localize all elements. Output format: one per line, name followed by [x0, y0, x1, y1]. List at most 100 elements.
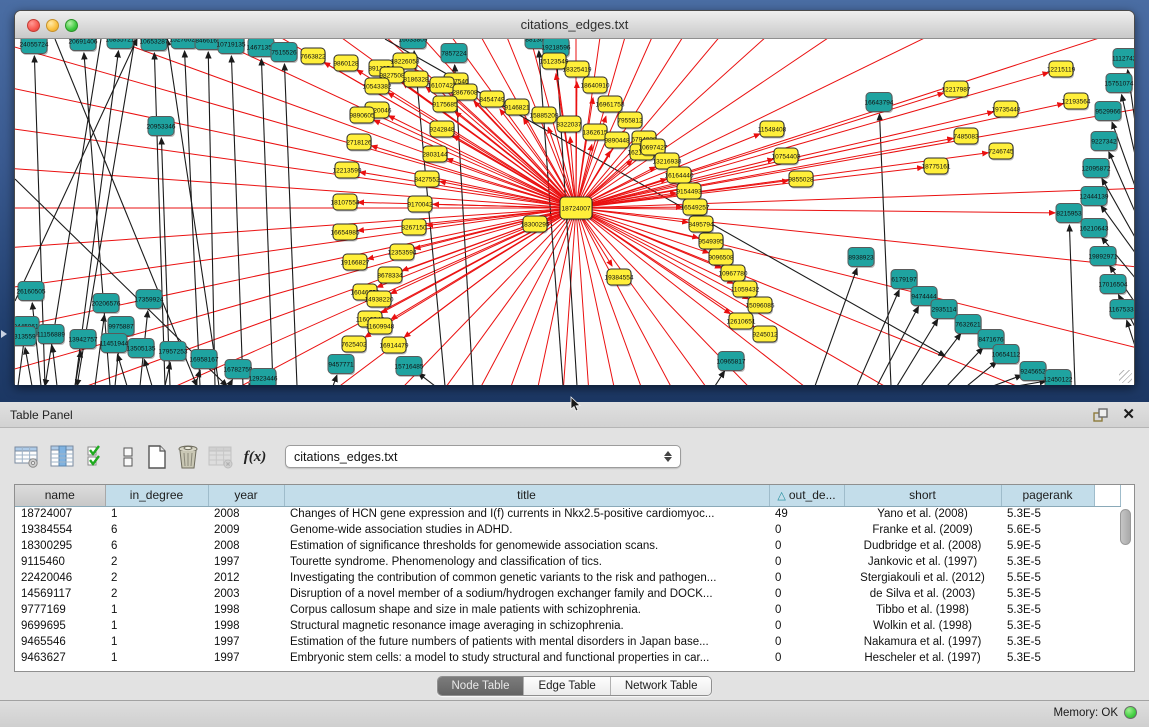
graph-node-yellow[interactable]: 9175685 — [432, 96, 458, 114]
column-header-name[interactable]: name — [15, 485, 105, 506]
graph-node-yellow[interactable]: 18107554 — [331, 194, 360, 212]
graph-node-teal[interactable]: 15716485 — [395, 357, 424, 378]
graph-node-teal[interactable]: 10965817 — [717, 352, 746, 373]
graph-node-yellow[interactable]: 11609948 — [366, 318, 395, 336]
tab-network-table[interactable]: Network Table — [611, 677, 712, 695]
graph-node-teal[interactable]: 12095872 — [1082, 159, 1111, 180]
graph-node-yellow[interactable]: 19384554 — [605, 269, 634, 287]
graph-node-yellow[interactable]: 8186328 — [403, 71, 429, 89]
graph-node-yellow[interactable]: 9890448 — [604, 132, 630, 150]
graph-node-yellow[interactable]: 19166827 — [341, 254, 370, 272]
graph-node-teal[interactable]: 20206576 — [92, 294, 121, 315]
graph-node-yellow[interactable]: 9170042 — [407, 196, 433, 214]
network-canvas[interactable]: 2405572420691406168357211065328715276022… — [15, 39, 1134, 385]
graph-node-teal[interactable]: 9313559 — [15, 327, 37, 348]
table-row[interactable]: 946362711997Embryonic stem cells: a mode… — [15, 650, 1120, 666]
graph-node-yellow[interactable]: 12215119 — [1047, 61, 1076, 79]
graph-node-teal[interactable]: 16210643 — [1080, 219, 1109, 240]
delete-button[interactable] — [173, 442, 203, 472]
graph-node-teal[interactable]: 26160505 — [17, 282, 46, 303]
graph-node-teal[interactable]: 11127427 — [1112, 49, 1134, 70]
graph-node-yellow[interactable]: 10543382 — [363, 78, 392, 96]
table-row[interactable]: 2242004622012Investigating the contribut… — [15, 570, 1120, 586]
table-row[interactable]: 1456911722003Disruption of a novel membe… — [15, 586, 1120, 602]
graph-node-teal[interactable]: 13942757 — [69, 330, 98, 351]
graph-node-teal[interactable]: 7515526 — [271, 43, 298, 64]
select-columns-button[interactable] — [48, 442, 78, 472]
graph-node-yellow[interactable]: 12213599 — [333, 162, 362, 180]
graph-node-yellow[interactable]: 7485083 — [953, 128, 979, 146]
graph-node-yellow[interactable]: 14938220 — [365, 291, 394, 309]
graph-node-teal[interactable]: 17957253 — [159, 342, 188, 363]
graph-node-yellow[interactable]: 16654985 — [331, 224, 360, 242]
graph-node-teal[interactable]: 19892971 — [1089, 247, 1118, 268]
graph-node-yellow[interactable]: 7625402 — [341, 336, 367, 354]
column-header-out_degree[interactable]: △out_de... — [769, 485, 844, 506]
graph-node-teal[interactable]: 17359924 — [135, 290, 164, 311]
graph-node-teal[interactable]: 7857224 — [441, 44, 468, 65]
graph-node-yellow[interactable]: 8322037 — [556, 116, 582, 134]
graph-node-yellow[interactable]: 7663822 — [300, 48, 326, 66]
graph-node-yellow[interactable]: 8495794 — [688, 216, 714, 234]
panel-collapse-arrow-icon[interactable] — [1, 330, 7, 338]
graph-node-teal[interactable]: 10653287 — [140, 39, 169, 52]
graph-node-yellow[interactable]: 16549257 — [681, 199, 710, 217]
graph-node-yellow[interactable]: 7246745 — [988, 143, 1014, 161]
graph-node-yellow[interactable]: 16961758 — [596, 96, 625, 114]
graph-node-yellow[interactable]: 9890605 — [349, 107, 375, 125]
graph-node-yellow[interactable]: 16914479 — [380, 337, 409, 355]
graph-node-teal[interactable]: 10719135 — [217, 39, 246, 55]
table-row[interactable]: 1830029562008Estimation of significance … — [15, 538, 1120, 554]
new-file-button[interactable] — [142, 442, 172, 472]
graph-node-teal[interactable]: 16643794 — [865, 93, 894, 114]
graph-node-yellow[interactable]: 15096085 — [746, 297, 775, 315]
graph-node-teal[interactable]: 11451944 — [100, 334, 129, 355]
graph-node-yellow[interactable]: 7955812 — [617, 112, 643, 130]
table-row[interactable]: 977716911998Corpus callosum shape and si… — [15, 602, 1120, 618]
column-header-pagerank[interactable]: pagerank — [1001, 485, 1094, 506]
graph-node-yellow[interactable]: 19735448 — [992, 101, 1021, 119]
graph-node-yellow[interactable]: 11548408 — [758, 121, 787, 139]
graph-node-yellow[interactable]: 9860128 — [333, 55, 359, 73]
graph-node-teal[interactable]: 8938923 — [848, 248, 875, 269]
graph-node-yellow[interactable]: 8678334 — [377, 267, 403, 285]
table-settings-button[interactable] — [12, 442, 42, 472]
graph-node-yellow[interactable]: 8454749 — [479, 91, 505, 109]
graph-node-yellow[interactable]: 12353594 — [388, 244, 417, 262]
scrollbar-thumb[interactable] — [1120, 509, 1131, 545]
tab-edge-table[interactable]: Edge Table — [524, 677, 610, 695]
graph-node-yellow[interactable]: 2718126 — [346, 134, 372, 152]
graph-node-yellow[interactable]: 15123549 — [540, 53, 569, 71]
column-header-in_degree[interactable]: in_degree — [105, 485, 208, 506]
graph-node-teal[interactable]: 12444139 — [1080, 187, 1109, 208]
graph-node-yellow[interactable]: 18775161 — [922, 158, 951, 176]
graph-node-teal[interactable]: 17016504 — [1099, 275, 1128, 296]
graph-node-teal[interactable]: 15751074 — [1105, 74, 1134, 95]
graph-node-teal[interactable]: 24055724 — [20, 39, 49, 55]
graph-node-teal[interactable]: 9227342 — [1091, 132, 1118, 153]
graph-node-teal[interactable]: 16835721 — [106, 39, 135, 50]
graph-node-teal[interactable]: 16958167 — [190, 350, 219, 371]
table-row[interactable]: 1938455462009Genome-wide association stu… — [15, 522, 1120, 538]
graph-node-teal[interactable]: 16033809 — [399, 39, 428, 50]
table-row[interactable]: 911546021997Tourette syndrome. Phenomeno… — [15, 554, 1120, 570]
function-builder-button[interactable]: f(x) — [240, 442, 270, 472]
network-graph[interactable]: 2405572420691406168357211065328715276022… — [15, 39, 1134, 385]
graph-node-teal[interactable]: 8215953 — [1056, 204, 1083, 225]
graph-node-teal[interactable]: 11156889 — [37, 325, 65, 346]
float-panel-icon[interactable] — [1093, 407, 1109, 423]
graph-node-yellow[interactable]: 10754403 — [772, 148, 801, 166]
graph-node-yellow[interactable]: 9549395 — [698, 233, 724, 251]
graph-node-yellow[interactable]: 10967780 — [719, 265, 748, 283]
graph-node-yellow[interactable]: 2803144 — [422, 146, 448, 164]
table-source-dropdown[interactable]: citations_edges.txt — [285, 445, 681, 468]
graph-node-yellow[interactable]: 9154493 — [676, 183, 702, 201]
graph-node-teal[interactable]: 13505135 — [127, 339, 156, 360]
table-row[interactable]: 969969511998Structural magnetic resonanc… — [15, 618, 1120, 634]
graph-node-yellow[interactable]: 8427552 — [414, 171, 440, 189]
graph-node-center[interactable]: 18724007 — [560, 197, 593, 221]
graph-node-teal[interactable]: 10654112 — [992, 345, 1021, 366]
graph-node-teal[interactable]: 11675333 — [1109, 300, 1134, 321]
graph-node-teal[interactable]: 9529966 — [1095, 102, 1122, 123]
graph-node-yellow[interactable]: 9242848 — [429, 121, 455, 139]
